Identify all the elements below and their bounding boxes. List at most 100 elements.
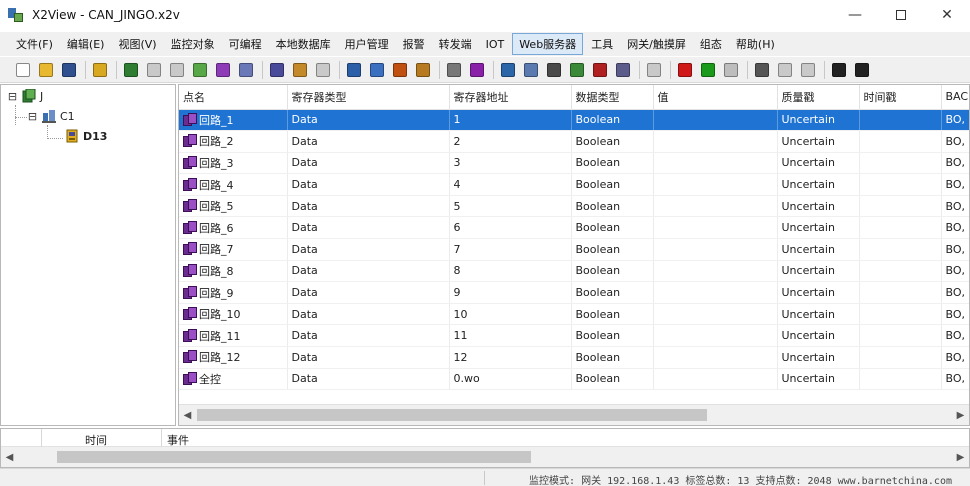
scrollbar-thumb[interactable] xyxy=(57,451,531,463)
clock-button[interactable] xyxy=(391,61,409,79)
scroll-right-icon[interactable]: ▶ xyxy=(952,405,969,425)
add-points-button[interactable] xyxy=(214,61,232,79)
cell-data-type[interactable]: Boolean xyxy=(571,346,654,369)
cell-reg-type[interactable]: Data xyxy=(287,238,450,261)
menu-item[interactable]: 监控对象 xyxy=(165,34,221,54)
cell-data-type[interactable]: Boolean xyxy=(571,152,654,175)
run-red-button[interactable] xyxy=(676,61,694,79)
script-button[interactable] xyxy=(545,61,563,79)
cell-quality[interactable]: Uncertain xyxy=(777,260,860,283)
save-button[interactable] xyxy=(60,61,78,79)
cell-bac[interactable]: BO, xyxy=(941,216,969,240)
chart-button[interactable] xyxy=(499,61,517,79)
tree-node-root[interactable]: ⊟ J xyxy=(7,89,43,103)
scroll-left-icon[interactable]: ◀ xyxy=(179,405,196,425)
cell-value[interactable] xyxy=(653,130,778,153)
table-button[interactable] xyxy=(445,61,463,79)
cell-value[interactable] xyxy=(653,152,778,175)
wrench-button[interactable] xyxy=(753,61,771,79)
monitor-button[interactable] xyxy=(522,61,540,79)
list-button[interactable] xyxy=(368,61,386,79)
cell-data-type[interactable]: Boolean xyxy=(571,368,654,391)
cell-value[interactable] xyxy=(653,173,778,196)
cell-value[interactable] xyxy=(653,216,778,240)
new-file-button[interactable] xyxy=(14,61,32,79)
cell-data-type[interactable]: Boolean xyxy=(571,281,654,304)
cell-value[interactable] xyxy=(653,324,778,348)
menu-item[interactable]: Web服务器 xyxy=(512,33,584,55)
cell-reg-type[interactable]: Data xyxy=(287,324,450,348)
cell-reg-addr[interactable]: 8 xyxy=(449,260,572,283)
cell-bac[interactable]: BO, xyxy=(941,368,969,391)
gateway-button[interactable] xyxy=(614,61,632,79)
copy-button[interactable] xyxy=(291,61,309,79)
channel-button[interactable] xyxy=(168,61,186,79)
cell-quality[interactable]: Uncertain xyxy=(777,238,860,261)
cell-data-type[interactable]: Boolean xyxy=(571,238,654,261)
cell-point-name[interactable]: 回路_1 xyxy=(179,109,288,132)
refresh-button[interactable] xyxy=(645,61,663,79)
cell-quality[interactable]: Uncertain xyxy=(777,152,860,175)
maximize-button[interactable] xyxy=(878,0,924,30)
menu-item[interactable]: 可编程 xyxy=(223,34,268,54)
table-row[interactable]: 回路_12 Data 12 Boolean Uncertain BO, xyxy=(179,346,969,369)
cell-point-name[interactable]: 回路_8 xyxy=(179,260,288,283)
open-folder-button[interactable] xyxy=(37,61,55,79)
table-row[interactable]: 回路_4 Data 4 Boolean Uncertain BO, xyxy=(179,173,969,196)
device-button[interactable] xyxy=(145,61,163,79)
collapse-icon[interactable]: ⊟ xyxy=(7,91,18,102)
cell-point-name[interactable]: 回路_9 xyxy=(179,281,288,304)
menu-item[interactable]: 编辑(E) xyxy=(61,34,111,54)
cell-bac[interactable]: BO, xyxy=(941,152,969,175)
cell-time[interactable] xyxy=(859,238,942,261)
cell-bac[interactable]: BO, xyxy=(941,109,969,132)
paste-button[interactable] xyxy=(314,61,332,79)
column-header[interactable]: 数据类型 xyxy=(571,85,654,110)
cell-quality[interactable]: Uncertain xyxy=(777,281,860,304)
cell-reg-type[interactable]: Data xyxy=(287,195,450,218)
display-button[interactable] xyxy=(830,61,848,79)
table-row[interactable]: 回路_8 Data 8 Boolean Uncertain BO, xyxy=(179,260,969,283)
menu-item[interactable]: IOT xyxy=(480,36,511,53)
cell-data-type[interactable]: Boolean xyxy=(571,173,654,196)
close-button[interactable]: ✕ xyxy=(924,0,970,30)
cell-point-name[interactable]: 回路_3 xyxy=(179,152,288,175)
column-header[interactable]: 寄存器地址 xyxy=(449,85,572,110)
cell-point-name[interactable]: 回路_6 xyxy=(179,216,288,240)
column-header[interactable]: 时间戳 xyxy=(859,85,942,110)
cell-reg-addr[interactable]: 7 xyxy=(449,238,572,261)
menu-item[interactable]: 视图(V) xyxy=(112,34,162,54)
cell-bac[interactable]: BO, xyxy=(941,303,969,326)
cell-time[interactable] xyxy=(859,281,942,304)
cell-point-name[interactable]: 回路_11 xyxy=(179,324,288,348)
cell-time[interactable] xyxy=(859,303,942,326)
cell-data-type[interactable]: Boolean xyxy=(571,260,654,283)
cell-reg-addr[interactable]: 6 xyxy=(449,216,572,240)
cell-time[interactable] xyxy=(859,130,942,153)
cell-point-name[interactable]: 回路_2 xyxy=(179,130,288,153)
table-row[interactable]: 回路_6 Data 6 Boolean Uncertain BO, xyxy=(179,216,969,240)
cell-value[interactable] xyxy=(653,238,778,261)
network-button[interactable] xyxy=(568,61,586,79)
table-row[interactable]: 回路_1 Data 1 Boolean Uncertain BO, xyxy=(179,109,969,132)
cell-data-type[interactable]: Boolean xyxy=(571,324,654,348)
table-row[interactable]: 回路_5 Data 5 Boolean Uncertain BO, xyxy=(179,195,969,218)
cell-point-name[interactable]: 回路_4 xyxy=(179,173,288,196)
cell-quality[interactable]: Uncertain xyxy=(777,195,860,218)
cell-bac[interactable]: BO, xyxy=(941,346,969,369)
menu-item[interactable]: 工具 xyxy=(585,34,619,54)
cell-reg-type[interactable]: Data xyxy=(287,281,450,304)
cell-reg-type[interactable]: Data xyxy=(287,130,450,153)
add-device-button[interactable] xyxy=(122,61,140,79)
settings-button[interactable] xyxy=(853,61,871,79)
stop-button[interactable] xyxy=(722,61,740,79)
table-row[interactable]: 回路_2 Data 2 Boolean Uncertain BO, xyxy=(179,130,969,153)
column-header[interactable]: 值 xyxy=(653,85,778,110)
cell-bac[interactable]: BO, xyxy=(941,260,969,283)
menu-item[interactable]: 报警 xyxy=(397,34,431,54)
cell-data-type[interactable]: Boolean xyxy=(571,216,654,240)
cell-point-name[interactable]: 回路_5 xyxy=(179,195,288,218)
menu-item[interactable]: 组态 xyxy=(694,34,728,54)
column-header[interactable]: 寄存器类型 xyxy=(287,85,450,110)
menu-item[interactable]: 帮助(H) xyxy=(730,34,781,54)
